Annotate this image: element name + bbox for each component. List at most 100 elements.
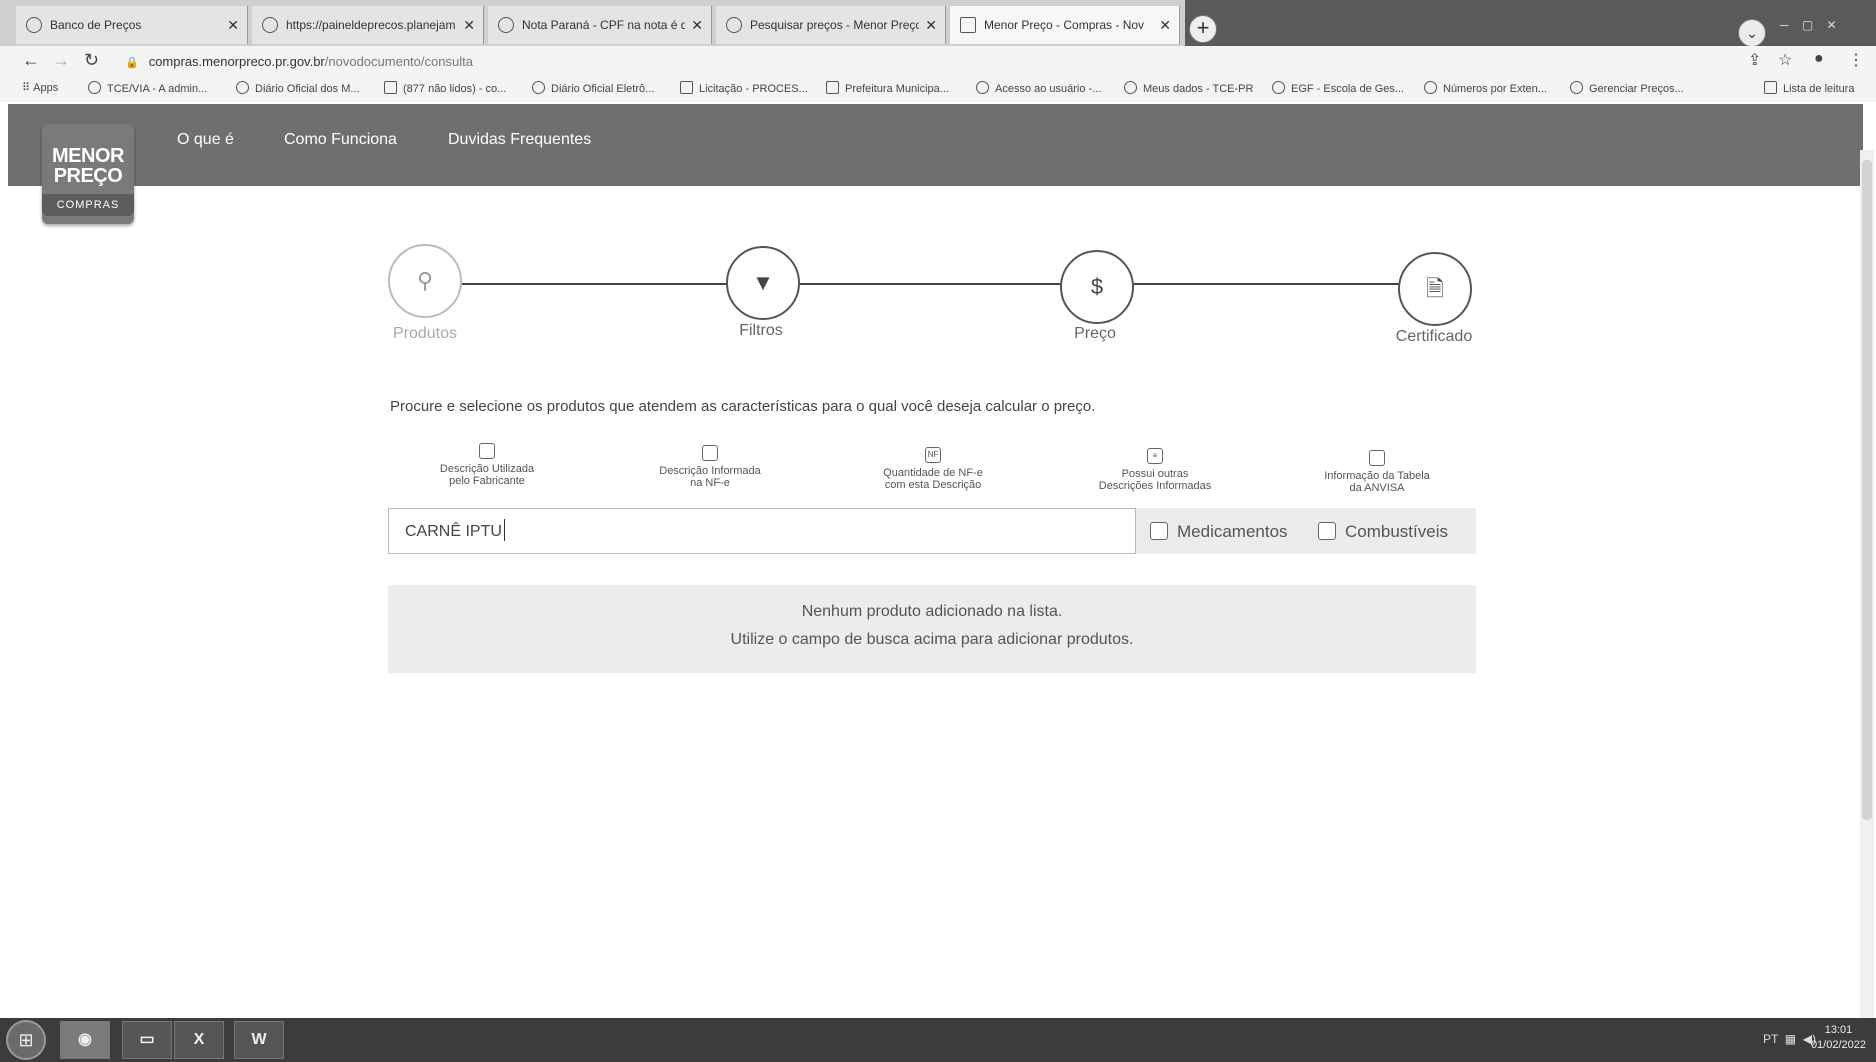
chrome-icon: ◉ bbox=[78, 1031, 92, 1048]
step-filtros[interactable]: ▼ bbox=[726, 246, 800, 320]
tab-title: Banco de Preços bbox=[50, 18, 142, 32]
taskbar-excel[interactable]: X bbox=[174, 1021, 224, 1059]
logo-line-3: COMPRAS bbox=[42, 194, 134, 216]
folder-icon bbox=[680, 81, 693, 94]
bookmark-item[interactable]: Prefeitura Municipa... bbox=[826, 81, 949, 95]
clock-time: 13:01 bbox=[1824, 1024, 1853, 1036]
share-icon[interactable]: ⇪ bbox=[1748, 50, 1761, 70]
bookmark-item[interactable]: Licitação - PROCES... bbox=[680, 81, 808, 95]
network-icon[interactable]: ▦ bbox=[1785, 1032, 1796, 1046]
medicamentos-checkbox[interactable]: Medicamentos bbox=[1150, 522, 1288, 542]
step-preco[interactable]: $ bbox=[1060, 250, 1134, 324]
reading-list[interactable]: Lista de leitura bbox=[1764, 81, 1855, 95]
taskbar-chrome[interactable]: ◉ bbox=[60, 1021, 110, 1059]
checkbox-box[interactable] bbox=[1318, 522, 1336, 540]
tab-favicon-icon bbox=[960, 17, 976, 33]
scrollbar-thumb[interactable] bbox=[1862, 160, 1872, 820]
filter-icon: ▼ bbox=[752, 270, 774, 295]
bookmark-item[interactable]: Diário Oficial Eletrô... bbox=[532, 81, 654, 95]
stepper-connector bbox=[462, 283, 728, 285]
bookmark-item[interactable]: Meus dados - TCE-PR bbox=[1124, 81, 1253, 95]
new-tab-button[interactable]: + bbox=[1189, 15, 1217, 43]
menu-dots-icon[interactable]: ⋮ bbox=[1848, 50, 1864, 70]
bookmark-item[interactable]: Diário Oficial dos M... bbox=[236, 81, 360, 95]
step-certificado[interactable]: 🗎 bbox=[1398, 252, 1472, 326]
url-field[interactable]: 🔒 compras.menorpreco.pr.gov.br/novodocume… bbox=[125, 54, 473, 69]
reload-icon[interactable]: ↻ bbox=[84, 50, 99, 71]
bookmark-item[interactable]: Números por Exten... bbox=[1424, 81, 1547, 95]
star-icon[interactable]: ☆ bbox=[1778, 50, 1792, 70]
windows-taskbar: ⊞ ◉ ▭ X W PT ▦ ◀) 13:01 01/02/2022 bbox=[0, 1018, 1876, 1062]
bookmark-icon bbox=[1124, 81, 1137, 94]
language-indicator[interactable]: PT bbox=[1763, 1032, 1778, 1046]
close-tab-icon[interactable]: ✕ bbox=[463, 17, 475, 34]
checkbox-icon bbox=[702, 445, 718, 461]
tab-search-icon[interactable]: ⌄ bbox=[1738, 19, 1766, 47]
nf-count-icon: NF bbox=[925, 447, 941, 463]
checkbox-icon bbox=[1369, 450, 1385, 466]
close-window-icon[interactable]: ✕ bbox=[1827, 18, 1837, 32]
empty-message-line-1: Nenhum produto adicionado na lista. bbox=[801, 603, 1063, 620]
browser-tab-active[interactable]: Menor Preço - Compras - Nov ✕ bbox=[950, 6, 1180, 44]
close-tab-icon[interactable]: ✕ bbox=[691, 17, 703, 34]
combustiveis-checkbox[interactable]: Combustíveis bbox=[1318, 522, 1448, 542]
taskbar-explorer[interactable]: ▭ bbox=[122, 1021, 172, 1059]
logo-line-1: MENOR bbox=[52, 145, 124, 167]
taskbar-clock[interactable]: 13:01 01/02/2022 bbox=[1811, 1023, 1866, 1053]
bookmark-icon bbox=[1424, 81, 1437, 94]
start-button[interactable]: ⊞ bbox=[6, 1020, 46, 1060]
legend-item: Informação da Tabela da ANVISA bbox=[1302, 450, 1452, 494]
system-tray[interactable]: PT ▦ ◀) bbox=[1763, 1032, 1816, 1046]
taskbar-word[interactable]: W bbox=[234, 1021, 284, 1059]
bookmark-item[interactable]: TCE/VIA - A admin... bbox=[88, 81, 207, 95]
back-icon[interactable]: ← bbox=[22, 50, 40, 71]
tab-title: https://paineldeprecos.planejam bbox=[286, 18, 456, 32]
close-tab-icon[interactable]: ✕ bbox=[925, 17, 937, 34]
tab-title: Menor Preço - Compras - Nov bbox=[984, 18, 1145, 32]
menu-link-duvidas[interactable]: Duvidas Frequentes bbox=[448, 131, 591, 149]
menu-link-como-funciona[interactable]: Como Funciona bbox=[284, 131, 397, 149]
step-label: Preço bbox=[1074, 325, 1116, 342]
legend-item: NF Quantidade de NF-e com esta Descrição bbox=[858, 447, 1008, 491]
logo-line-2: PREÇO bbox=[53, 165, 123, 187]
list-icon: ≡ bbox=[1147, 448, 1163, 464]
browser-tab[interactable]: https://paineldeprecos.planejam ✕ bbox=[252, 6, 484, 44]
apps-grid-icon: ⠿ bbox=[22, 82, 34, 94]
bookmarks-bar: ⠿ Apps TCE/VIA - A admin... Diário Ofici… bbox=[0, 76, 1876, 102]
close-tab-icon[interactable]: ✕ bbox=[1159, 17, 1171, 34]
forward-icon[interactable]: → bbox=[52, 50, 70, 71]
stepper-connector bbox=[1130, 283, 1400, 285]
maximize-icon[interactable]: ▢ bbox=[1802, 18, 1813, 32]
checkbox-icon bbox=[479, 443, 495, 459]
minimize-icon[interactable]: ─ bbox=[1780, 18, 1789, 32]
menu-link-o-que-e[interactable]: O que é bbox=[177, 131, 234, 149]
profile-icon[interactable]: ● bbox=[1814, 50, 1824, 68]
lock-icon: 🔒 bbox=[125, 57, 139, 69]
bookmark-item[interactable]: Gerenciar Preços... bbox=[1570, 81, 1684, 95]
bookmark-apps[interactable]: ⠿ Apps bbox=[22, 81, 58, 94]
text-caret bbox=[503, 519, 505, 541]
checkbox-box[interactable] bbox=[1150, 522, 1168, 540]
mail-icon bbox=[384, 81, 397, 94]
step-produtos[interactable]: ⚲ bbox=[388, 244, 462, 318]
site-logo[interactable]: MENOR PREÇO COMPRAS bbox=[42, 124, 134, 224]
close-tab-icon[interactable]: ✕ bbox=[227, 17, 239, 34]
browser-tab[interactable]: Nota Paraná - CPF na nota é di ✕ bbox=[488, 6, 712, 44]
bookmark-item[interactable]: (877 não lidos) - co... bbox=[384, 81, 506, 95]
product-search-input[interactable]: CARNÊ IPTU bbox=[388, 508, 1136, 554]
page-scrollbar[interactable] bbox=[1860, 150, 1874, 1020]
tab-title: Nota Paraná - CPF na nota é di bbox=[522, 18, 686, 32]
search-icon: ⚲ bbox=[416, 268, 434, 293]
bookmark-icon bbox=[532, 81, 545, 94]
window-controls[interactable]: ─ ▢ ✕ bbox=[1780, 18, 1870, 36]
tab-favicon-icon bbox=[26, 17, 42, 33]
step-label: Produtos bbox=[392, 325, 458, 342]
empty-product-list: Nenhum produto adicionado na lista. Util… bbox=[388, 585, 1476, 673]
address-bar: ← → ↻ 🔒 compras.menorpreco.pr.gov.br/novo… bbox=[0, 46, 1876, 76]
reading-list-icon bbox=[1764, 81, 1777, 94]
browser-tab[interactable]: Pesquisar preços - Menor Preço ✕ bbox=[716, 6, 946, 44]
bookmark-item[interactable]: EGF - Escola de Ges... bbox=[1272, 81, 1404, 95]
bookmark-icon bbox=[236, 81, 249, 94]
bookmark-item[interactable]: Acesso ao usuário -... bbox=[976, 81, 1101, 95]
browser-tab[interactable]: Banco de Preços ✕ bbox=[16, 6, 248, 44]
